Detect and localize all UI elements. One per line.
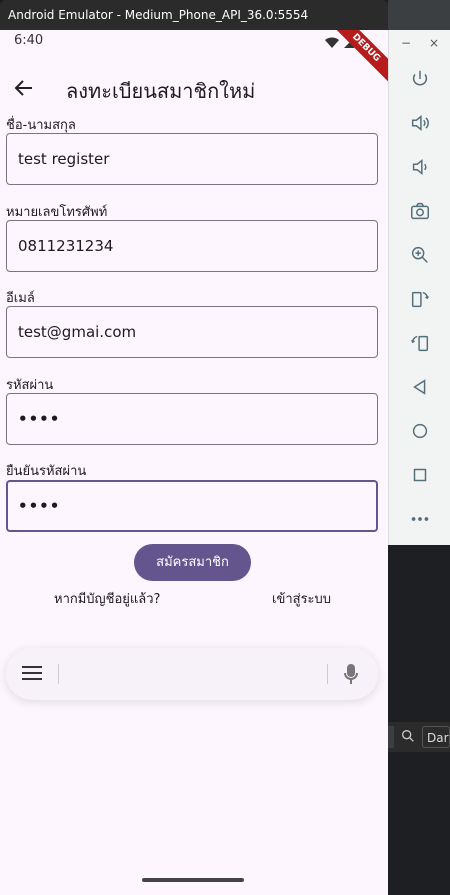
side-panel-header: − × bbox=[389, 30, 450, 58]
back-icon[interactable] bbox=[407, 374, 433, 400]
fullname-input[interactable]: test register bbox=[6, 133, 378, 185]
status-time: 6:40 bbox=[14, 33, 44, 48]
wifi-icon bbox=[325, 37, 339, 48]
overview-icon[interactable] bbox=[407, 462, 433, 488]
confirm-password-label: ยืนยันรหัสผ่าน bbox=[6, 464, 87, 479]
emulator-side-panel: − × bbox=[388, 30, 450, 545]
app-bar: ลงทะเบียนสมาชิกใหม่ bbox=[0, 64, 388, 120]
search-divider-left bbox=[58, 664, 59, 684]
email-input[interactable]: test@gmai.com bbox=[6, 306, 378, 358]
camera-icon[interactable] bbox=[407, 198, 433, 224]
search-divider-right bbox=[327, 664, 328, 684]
password-input[interactable]: •••• bbox=[6, 393, 378, 445]
home-indicator[interactable] bbox=[142, 878, 244, 882]
phone-label: หมายเลขโทรศัพท์ bbox=[6, 205, 108, 220]
home-icon[interactable] bbox=[407, 418, 433, 444]
volume-up-icon[interactable] bbox=[407, 110, 433, 136]
phone-screen: 6:40 DEBUG ลงทะเบียนสมาชิกใหม่ ชื่อ-นามส… bbox=[0, 30, 388, 895]
ide-input-edge bbox=[388, 726, 394, 748]
phone-input[interactable]: 0811231234 bbox=[6, 220, 378, 272]
theme-dropdown[interactable]: Dar bbox=[422, 726, 450, 748]
ide-toolbar: Dar bbox=[388, 722, 450, 752]
rotate-left-icon[interactable] bbox=[407, 286, 433, 312]
fullname-label: ชื่อ-นามสกุล bbox=[6, 118, 76, 133]
search-icon[interactable] bbox=[400, 728, 416, 748]
power-icon[interactable] bbox=[407, 66, 433, 92]
ide-top-bar bbox=[388, 0, 450, 30]
menu-icon[interactable] bbox=[22, 666, 42, 682]
close-button[interactable]: × bbox=[429, 36, 439, 50]
confirm-password-input[interactable]: •••• bbox=[6, 480, 378, 532]
password-label: รหัสผ่าน bbox=[6, 378, 54, 393]
zoom-icon[interactable] bbox=[407, 242, 433, 268]
window-title: Android Emulator - Medium_Phone_API_36.0… bbox=[0, 0, 388, 30]
more-icon[interactable] bbox=[407, 506, 433, 532]
have-account-text: หากมีบัญชีอยู่แล้ว? bbox=[54, 592, 161, 607]
login-link[interactable]: เข้าสู่ระบบ bbox=[272, 588, 331, 609]
register-button[interactable]: สมัครสมาชิก bbox=[134, 544, 251, 581]
email-label: อีเมล์ bbox=[6, 291, 35, 306]
search-bar[interactable] bbox=[6, 648, 378, 700]
volume-down-icon[interactable] bbox=[407, 154, 433, 180]
minimize-button[interactable]: − bbox=[401, 36, 411, 50]
mic-icon[interactable] bbox=[342, 663, 360, 689]
rotate-right-icon[interactable] bbox=[407, 330, 433, 356]
back-arrow-icon[interactable] bbox=[12, 76, 38, 102]
page-title: ลงทะเบียนสมาชิกใหม่ bbox=[66, 79, 256, 103]
